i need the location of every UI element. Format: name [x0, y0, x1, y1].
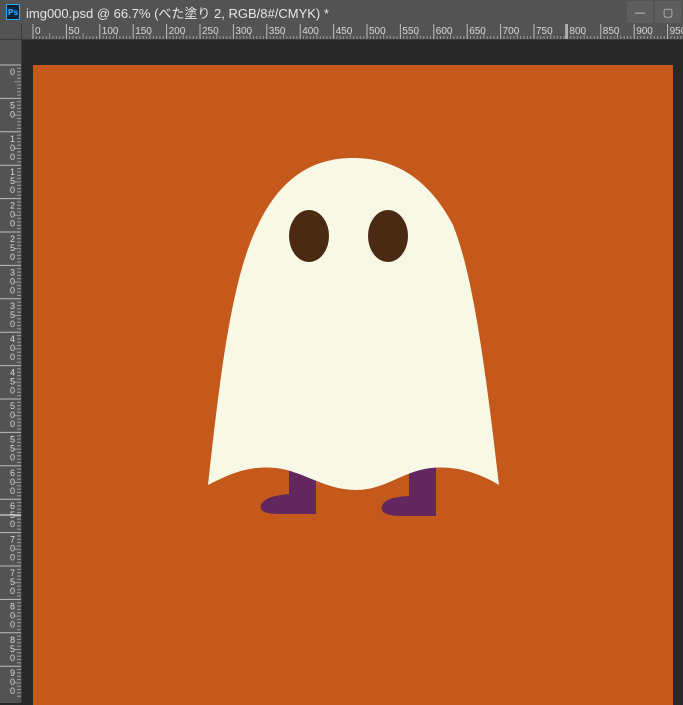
- ruler-v-label: 0: [10, 619, 15, 629]
- ruler-v-label: 0: [10, 553, 15, 563]
- ghost-right-eye: [368, 210, 408, 262]
- ruler-h-label: 150: [135, 26, 152, 37]
- ruler-v-label: 0: [10, 319, 15, 329]
- photoshop-app-icon: Ps: [6, 4, 20, 20]
- ghost-left-eye: [289, 210, 329, 262]
- ruler-h-label: 400: [302, 26, 319, 37]
- minimize-icon[interactable]: —: [627, 1, 653, 23]
- ruler-h-label: 900: [636, 26, 653, 37]
- ruler-v-label: 0: [10, 419, 15, 429]
- ruler-v-label: 0: [10, 219, 15, 229]
- ruler-v-label: 0: [10, 285, 15, 295]
- canvas-viewport[interactable]: [22, 40, 683, 705]
- ruler-h-label: 100: [102, 26, 119, 37]
- document-canvas[interactable]: [33, 65, 673, 705]
- vertical-ruler-ticks: 0501001502002503003504004505005506006507…: [0, 64, 21, 697]
- ruler-v-label: 0: [10, 252, 15, 262]
- ruler-h-label: 250: [202, 26, 219, 37]
- ruler-h-label: 700: [503, 26, 520, 37]
- ruler-h-label: 950: [670, 26, 683, 37]
- ruler-v-label: 0: [10, 185, 15, 195]
- restore-icon[interactable]: ▢: [655, 1, 681, 23]
- ruler-v-label: 0: [10, 486, 15, 496]
- ruler-h-label: 800: [569, 26, 586, 37]
- ruler-h-label: 850: [603, 26, 620, 37]
- ruler-v-label: 0: [10, 386, 15, 396]
- ruler-h-label: 450: [336, 26, 353, 37]
- document-tab-title[interactable]: img000.psd @ 66.7% (べた塗り 2, RGB/8#/CMYK)…: [26, 3, 329, 22]
- ruler-h-label: 0: [35, 26, 41, 37]
- ruler-h-label: 350: [269, 26, 286, 37]
- ruler-h-label: 550: [402, 26, 419, 37]
- ruler-h-label: 750: [536, 26, 553, 37]
- ruler-origin-corner[interactable]: [0, 24, 22, 40]
- ruler-v-label: 0: [10, 653, 15, 663]
- window-controls: — ▢: [627, 0, 683, 24]
- ruler-h-label: 300: [235, 26, 252, 37]
- ruler-v-label: 0: [10, 152, 15, 162]
- ruler-h-label: 600: [436, 26, 453, 37]
- vertical-ruler[interactable]: 0501001502002503003504004505005506006507…: [0, 40, 22, 703]
- ruler-h-label: 200: [169, 26, 186, 37]
- ruler-v-label: 0: [10, 109, 15, 119]
- ruler-v-label: 0: [10, 67, 15, 77]
- ruler-v-label: 0: [10, 586, 15, 596]
- horizontal-ruler-ticks: 0 50 100 150 200 250 300 350 400 450 500 550 600 650 7…: [32, 24, 683, 39]
- ruler-h-label: 500: [369, 26, 386, 37]
- ruler-h-label: 650: [469, 26, 486, 37]
- ruler-v-label: 0: [10, 452, 15, 462]
- ghost-illustration: [33, 65, 673, 705]
- ruler-v-label: 0: [10, 352, 15, 362]
- ruler-v-label: 0: [10, 519, 15, 529]
- document-title-bar[interactable]: Ps img000.psd @ 66.7% (べた塗り 2, RGB/8#/CM…: [0, 0, 683, 24]
- ruler-v-label: 0: [10, 686, 15, 696]
- ruler-h-label: 50: [68, 26, 80, 37]
- horizontal-ruler[interactable]: 0 50 100 150 200 250 300 350 400 450 500 550 600 650 7…: [22, 24, 683, 40]
